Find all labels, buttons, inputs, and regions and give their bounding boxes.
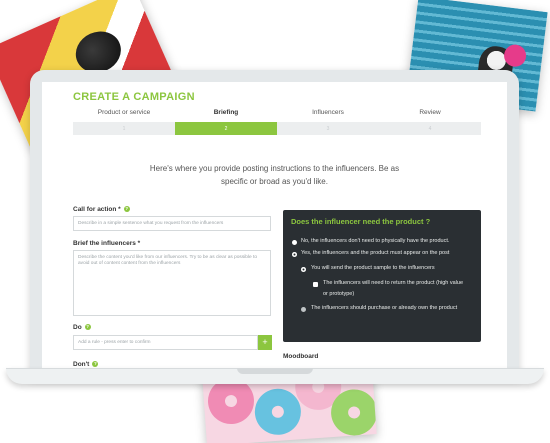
- brief-textarea[interactable]: Describe the content you'd like from our…: [73, 250, 271, 316]
- option-no-product[interactable]: No, the influencers don't need to physic…: [301, 237, 477, 246]
- intro-text: Here's where you provide posting instruc…: [149, 164, 400, 186]
- option-product-required[interactable]: Yes, the influencers and the product mus…: [301, 249, 477, 258]
- option-purchase-product[interactable]: The influencers should purchase or alrea…: [311, 304, 477, 313]
- laptop-screen: CREATE A CAMPAIGN Product or service Bri…: [42, 82, 507, 368]
- call-for-action-label: Call for action *?: [73, 206, 130, 213]
- call-for-action-label-text: Call for action *: [73, 206, 121, 213]
- step-label-review[interactable]: Review: [379, 109, 481, 121]
- moodboard-label: Moodboard: [283, 353, 319, 360]
- step-segment-1[interactable]: 1: [73, 122, 175, 135]
- do-label-text: Do: [73, 324, 82, 331]
- step-progress: Product or service Briefing Influencers …: [73, 109, 481, 135]
- step-segment-3[interactable]: 3: [277, 122, 379, 135]
- do-label: Do?: [73, 324, 91, 331]
- option-return-product-line1[interactable]: The influencers will need to return the …: [323, 279, 477, 288]
- radio-purchase-product[interactable]: [301, 307, 306, 312]
- radio-no-product[interactable]: [292, 240, 297, 245]
- dont-label: Don't?: [73, 361, 99, 368]
- laptop-notch: [237, 368, 313, 374]
- step-segment-2[interactable]: 2: [175, 122, 277, 135]
- help-icon[interactable]: ?: [123, 206, 130, 213]
- option-send-sample[interactable]: You will send the product sample to the …: [311, 264, 477, 273]
- brief-label: Brief the influencers *: [73, 240, 141, 247]
- checkbox-return-product[interactable]: [313, 282, 318, 287]
- dont-label-text: Don't: [73, 361, 90, 368]
- step-label-product[interactable]: Product or service: [73, 109, 175, 121]
- radio-send-sample[interactable]: [301, 267, 306, 272]
- page-title: CREATE A CAMPAIGN: [73, 91, 195, 103]
- step-label-influencers[interactable]: Influencers: [277, 109, 379, 121]
- brief-placeholder: Describe the content you'd like from our…: [78, 255, 258, 266]
- option-return-product-line2: or prototype): [323, 291, 355, 297]
- help-icon[interactable]: ?: [84, 324, 91, 331]
- help-icon[interactable]: ?: [92, 361, 99, 368]
- call-for-action-placeholder: Describe in a simple sentence what you r…: [78, 221, 224, 226]
- step-label-briefing[interactable]: Briefing: [175, 109, 277, 121]
- panel-title: Does the influencer need the product ?: [291, 217, 431, 226]
- product-requirement-panel: Does the influencer need the product ? N…: [283, 210, 481, 342]
- add-rule-button[interactable]: +: [258, 335, 272, 350]
- do-rule-placeholder: Add a rule - press enter to confirm: [78, 340, 151, 345]
- step-segment-4[interactable]: 4: [379, 122, 481, 135]
- radio-product-required[interactable]: [292, 252, 297, 257]
- donut-shape: [253, 387, 303, 437]
- call-for-action-input[interactable]: Describe in a simple sentence what you r…: [73, 216, 271, 231]
- do-rule-input[interactable]: Add a rule - press enter to confirm: [73, 335, 258, 350]
